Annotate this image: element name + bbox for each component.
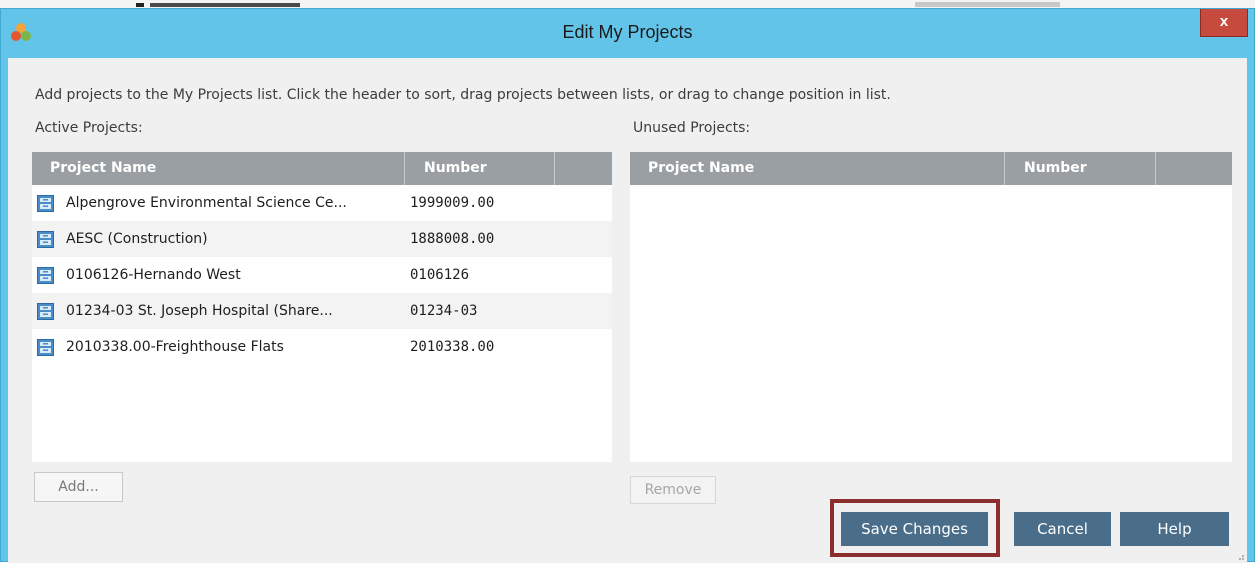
project-name: AESC (Construction) bbox=[66, 231, 208, 247]
unused-list-header: Project Name Number bbox=[630, 152, 1232, 185]
instructions-text: Add projects to the My Projects list. Cl… bbox=[35, 87, 891, 103]
help-button[interactable]: Help bbox=[1120, 512, 1229, 546]
list-item[interactable]: Alpengrove Environmental Science Ce... 1… bbox=[32, 185, 612, 221]
project-name: 01234-03 St. Joseph Hospital (Share... bbox=[66, 303, 333, 319]
list-item[interactable]: AESC (Construction) 1888008.00 bbox=[32, 221, 612, 257]
project-icon bbox=[37, 231, 54, 248]
project-name: 2010338.00-Freighthouse Flats bbox=[66, 339, 284, 355]
add-button[interactable]: Add... bbox=[34, 472, 123, 502]
column-divider[interactable] bbox=[1155, 152, 1156, 185]
list-item[interactable]: 01234-03 St. Joseph Hospital (Share... 0… bbox=[32, 293, 612, 329]
save-changes-button[interactable]: Save Changes bbox=[841, 512, 988, 546]
list-item[interactable]: 2010338.00-Freighthouse Flats 2010338.00 bbox=[32, 329, 612, 365]
project-name: Alpengrove Environmental Science Ce... bbox=[66, 195, 347, 211]
background-tab-marker bbox=[136, 3, 144, 7]
project-number: 2010338.00 bbox=[410, 339, 495, 355]
unused-projects-label: Unused Projects: bbox=[633, 120, 751, 136]
dialog-body: Add projects to the My Projects list. Cl… bbox=[8, 58, 1247, 563]
cancel-button[interactable]: Cancel bbox=[1014, 512, 1111, 546]
column-header-project-name[interactable]: Project Name bbox=[50, 160, 156, 176]
title-bar[interactable]: Edit My Projects x bbox=[1, 9, 1254, 59]
project-number: 01234-03 bbox=[410, 303, 478, 319]
resize-grip-icon[interactable] bbox=[1235, 551, 1245, 561]
column-divider[interactable] bbox=[1004, 152, 1005, 185]
column-divider[interactable] bbox=[554, 152, 555, 185]
list-item[interactable]: 0106126-Hernando West 0106126 bbox=[32, 257, 612, 293]
unused-projects-list[interactable]: Project Name Number bbox=[630, 152, 1232, 462]
remove-button[interactable]: Remove bbox=[630, 476, 716, 504]
project-icon bbox=[37, 195, 54, 212]
project-icon bbox=[37, 267, 54, 284]
project-icon bbox=[37, 339, 54, 356]
column-divider[interactable] bbox=[404, 152, 405, 185]
background-text bbox=[915, 2, 1060, 7]
project-name: 0106126-Hernando West bbox=[66, 267, 241, 283]
background-tab bbox=[150, 3, 300, 7]
active-projects-list[interactable]: Project Name Number Alpengrove Environme… bbox=[32, 152, 612, 462]
column-header-project-name[interactable]: Project Name bbox=[648, 160, 754, 176]
project-number: 1999009.00 bbox=[410, 195, 495, 211]
column-header-number[interactable]: Number bbox=[424, 160, 487, 176]
active-list-header: Project Name Number bbox=[32, 152, 612, 185]
edit-my-projects-dialog: Edit My Projects x Add projects to the M… bbox=[0, 8, 1255, 563]
close-button[interactable]: x bbox=[1200, 9, 1248, 37]
active-projects-label: Active Projects: bbox=[35, 120, 143, 136]
project-number: 1888008.00 bbox=[410, 231, 495, 247]
project-icon bbox=[37, 303, 54, 320]
column-header-number[interactable]: Number bbox=[1024, 160, 1087, 176]
project-number: 0106126 bbox=[410, 267, 470, 283]
dialog-title: Edit My Projects bbox=[562, 22, 693, 42]
